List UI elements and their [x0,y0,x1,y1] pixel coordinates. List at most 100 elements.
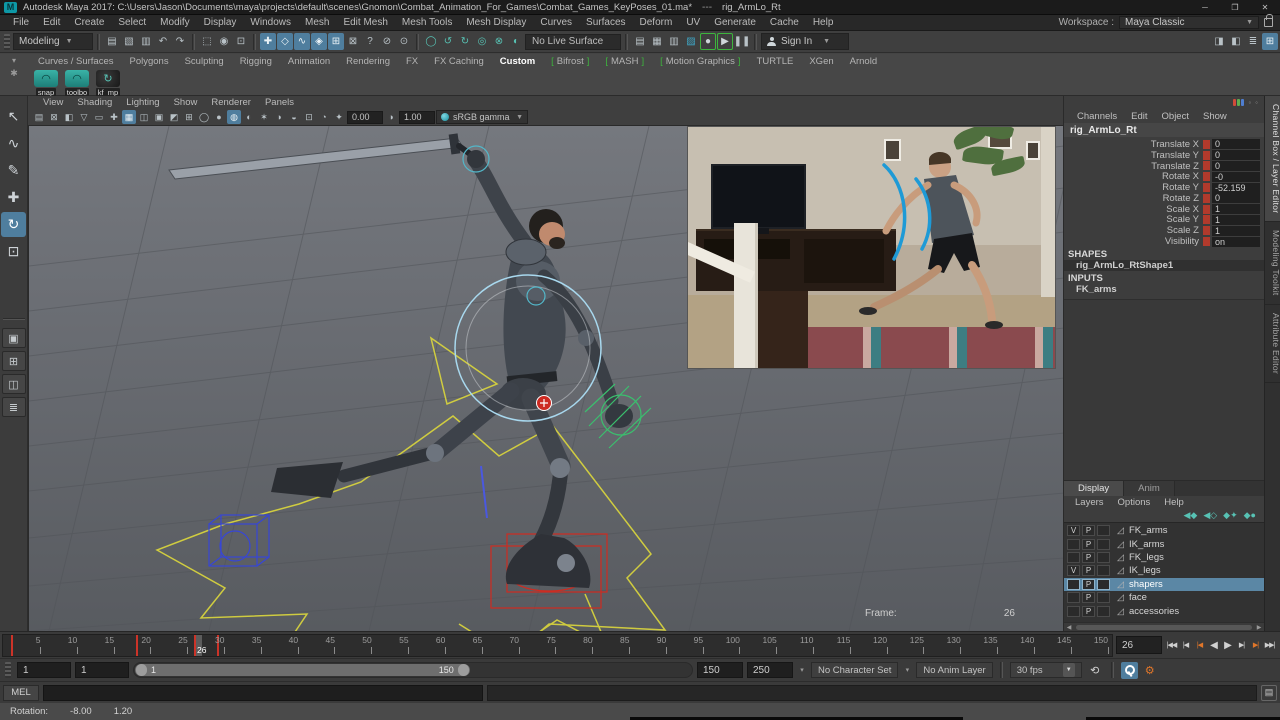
new-empty-layer-icon[interactable]: ◆✦ [1223,510,1237,521]
history-icon[interactable]: ↻ [457,33,473,50]
menu-item[interactable]: Mesh Display [459,17,533,28]
shelf-tab-motion-graphics[interactable]: Motion Graphics [652,56,748,67]
scroll-right-icon[interactable]: ▶ [1254,624,1264,631]
scroll-left-icon[interactable]: ◀ [1064,624,1074,631]
range-slider-bar[interactable]: 1 150 [135,664,470,676]
history-icon[interactable]: ⊗ [491,33,507,50]
panel-menu-item[interactable]: Lighting [119,97,166,108]
tab-modeling-toolkit[interactable]: Modeling Toolkit [1265,222,1280,305]
visibility-toggle[interactable]: V [1067,565,1080,576]
viewport-toggle-icon[interactable]: ✚ [107,110,121,124]
playback-toggle[interactable]: P [1082,579,1095,590]
live-surface-field[interactable]: No Live Surface [525,34,621,50]
new-layer-selected-icon[interactable]: ◆● [1244,510,1256,521]
display-type-toggle[interactable] [1097,565,1110,576]
menu-item[interactable]: Curves [533,17,579,28]
render-icon[interactable]: ● [700,33,716,50]
render-icon[interactable]: ▨ [683,33,699,50]
chevron-down-icon[interactable]: ▾ [797,666,807,674]
command-result-field[interactable] [487,685,1257,701]
view-transform-dropdown[interactable]: sRGB gamma ▼ [436,110,528,124]
channel-name[interactable]: Rotate Y [1064,182,1203,193]
channel-box-menu-item[interactable]: Edit [1124,111,1154,122]
menu-item[interactable]: Edit Mesh [336,17,394,28]
menu-item[interactable]: File [6,17,36,28]
viewport-toggle-icon[interactable]: ▽ [77,110,91,124]
scrollbar-thumb[interactable] [1076,625,1252,630]
snap-icon[interactable]: ✚ [260,33,276,50]
viewport-toggle-icon[interactable]: ◫ [137,110,151,124]
tab-attribute-editor[interactable]: Attribute Editor [1265,305,1280,383]
playback-toggle[interactable]: P [1082,525,1095,536]
keyframe-marker[interactable] [11,635,13,656]
menu-item[interactable]: Mesh Tools [395,17,459,28]
selection-mask-icon[interactable]: ⬚ [199,33,215,50]
channel-name[interactable]: Scale Y [1064,214,1203,225]
menu-item[interactable]: UV [679,17,707,28]
options-icon[interactable]: ◦ [1255,98,1258,107]
tab-display[interactable]: Display [1064,481,1124,496]
channel-name[interactable]: Visibility [1064,236,1203,247]
channel-value-field[interactable]: 0 [1212,161,1260,171]
fps-dropdown[interactable]: 30 fps ▼ [1010,662,1082,678]
channel-name[interactable]: Rotate Z [1064,193,1203,204]
shelf-tab-turtle[interactable]: TURTLE [749,56,802,67]
sidebar-toggle-icon[interactable]: ⊞ [1262,33,1278,50]
shelf-tab-rigging[interactable]: Rigging [232,56,280,67]
menu-item[interactable]: Display [197,17,244,28]
display-type-toggle[interactable] [1097,552,1110,563]
minimize-button[interactable]: ─ [1190,0,1220,15]
layer-row-fk-arms[interactable]: VP◿FK_arms [1064,524,1264,537]
play-backward-button[interactable]: ◀ [1207,636,1220,654]
lock-workspace-icon[interactable] [1264,18,1273,27]
shelf-menu-icon[interactable]: ▾ [12,56,16,65]
menu-item[interactable]: Windows [243,17,298,28]
file-toolbar-icon[interactable]: ↶ [155,33,171,50]
snap-icon[interactable]: ? [362,33,378,50]
visibility-toggle[interactable] [1067,552,1080,563]
shelf-tab-bifrost[interactable]: Bifrost [543,56,597,67]
snap-icon[interactable]: ⊠ [345,33,361,50]
current-frame-field[interactable]: 26 [1116,636,1162,654]
channel-value-field[interactable]: 1 [1212,215,1260,225]
display-type-toggle[interactable] [1097,606,1110,617]
exposure-icon[interactable]: ✦ [332,110,346,124]
viewport-toggle-icon[interactable]: ✶ [257,110,271,124]
group-grip[interactable] [5,662,11,678]
viewport-toggle-icon[interactable]: ▦ [122,110,136,124]
channel-name[interactable]: Translate X [1064,139,1203,150]
panel-menu-item[interactable]: View [36,97,70,108]
character-set-dropdown[interactable]: No Character Set [811,662,898,678]
visibility-toggle[interactable] [1067,592,1080,603]
group-grip[interactable] [4,34,10,50]
playback-toggle[interactable]: P [1082,552,1095,563]
channel-value-field[interactable]: -52.159 [1212,183,1260,193]
viewport-toggle-icon[interactable]: ⊞ [182,110,196,124]
anim-layer-dropdown[interactable]: No Anim Layer [916,662,992,678]
menu-item[interactable]: Select [111,17,153,28]
menu-item[interactable]: Generate [707,17,763,28]
render-icon[interactable]: ▥ [666,33,682,50]
mel-language-toggle[interactable]: MEL [3,685,39,701]
lock-icon[interactable]: ⊘ [379,33,395,50]
auto-keyframe-toggle[interactable] [1121,662,1138,679]
panel-menu-item[interactable]: Show [167,97,205,108]
channel-value-field[interactable]: on [1212,237,1260,247]
history-icon[interactable]: ↺ [440,33,456,50]
channel-box-menu-item[interactable]: Object [1155,111,1196,122]
viewport-toggle-icon[interactable]: ▭ [92,110,106,124]
range-start-handle[interactable] [136,664,147,676]
viewport-toggle-icon[interactable]: ● [212,110,226,124]
menu-item[interactable]: Help [806,17,841,28]
shelf-tab-curves-surfaces[interactable]: Curves / Surfaces [30,56,122,67]
shelf-tab-sculpting[interactable]: Sculpting [177,56,232,67]
snap-icon[interactable]: ∿ [294,33,310,50]
layout-four-pane-button[interactable]: ⊞ [2,351,26,371]
shelf-button-toolbox[interactable]: ◠ toolbo [63,70,91,97]
viewport-toggle-icon[interactable]: ◩ [167,110,181,124]
snap-icon[interactable]: ◇ [277,33,293,50]
shelf-tab-mash[interactable]: MASH [597,56,652,67]
layer-row-ik-legs[interactable]: VP◿IK_legs [1064,564,1264,577]
layer-row-accessories[interactable]: P◿accessories [1064,604,1264,617]
file-toolbar-icon[interactable]: ▥ [138,33,154,50]
